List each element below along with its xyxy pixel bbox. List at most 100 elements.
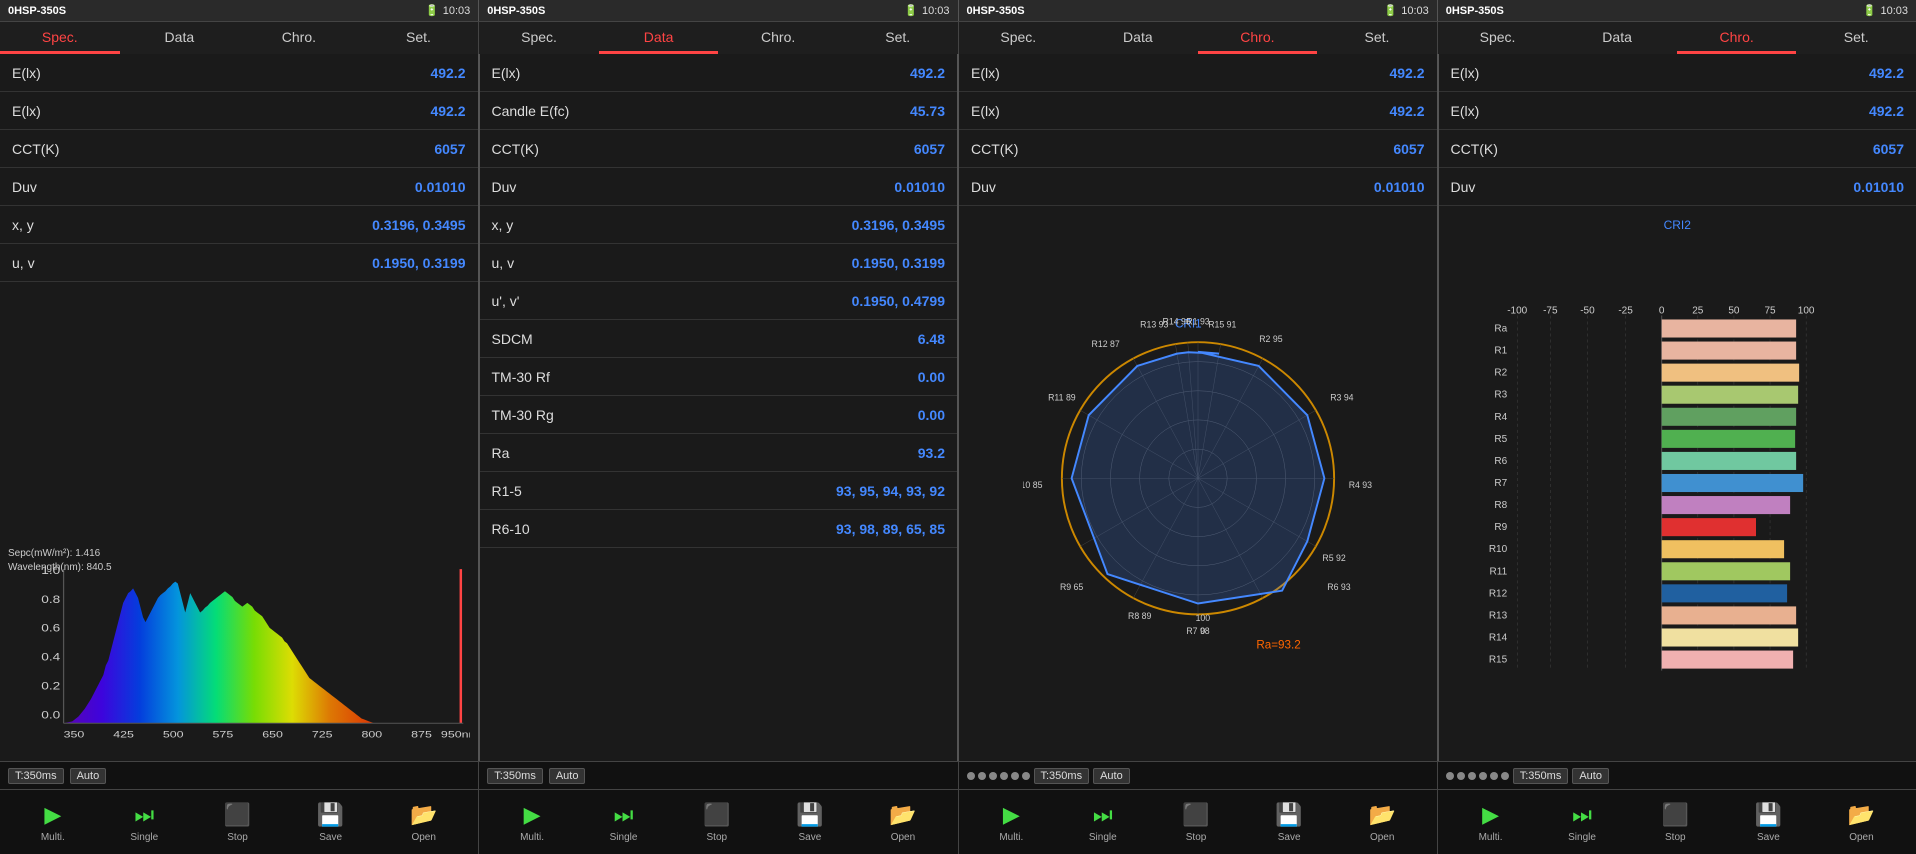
svg-text:R8 89: R8 89 (1128, 611, 1151, 621)
multi-label-2: Multi. (520, 832, 544, 843)
tab-data-3[interactable]: Data (1078, 22, 1198, 54)
save-button-1[interactable]: 💾 Save (317, 802, 344, 843)
tab-chro-4[interactable]: Chro. (1677, 22, 1797, 54)
row-1-4: x, y 0.3196, 0.3495 (0, 206, 478, 244)
svg-text:R8: R8 (1494, 500, 1507, 511)
value-2-6: 0.1950, 0.4799 (852, 293, 945, 309)
single-button-4[interactable]: ⏭ Single (1568, 802, 1596, 843)
value-4-1: 492.2 (1869, 103, 1904, 119)
toolbar: ▶ Multi. ⏭ Single ⬛ Stop 💾 Save 📂 Open ▶… (0, 789, 1916, 854)
svg-text:R5 92: R5 92 (1322, 552, 1345, 562)
svg-text:950nm: 950nm (441, 730, 470, 740)
open-button-1[interactable]: 📂 Open (410, 802, 437, 843)
battery-icon-3: 🔋 (1384, 4, 1398, 17)
row-2-7: SDCM 6.48 (480, 320, 958, 358)
save-button-4[interactable]: 💾 Save (1755, 802, 1782, 843)
value-2-9: 0.00 (918, 407, 945, 423)
tab-chro-2[interactable]: Chro. (718, 22, 838, 54)
tab-data-4[interactable]: Data (1557, 22, 1677, 54)
svg-text:R7 98: R7 98 (1186, 625, 1209, 635)
svg-text:R4 93: R4 93 (1348, 480, 1371, 490)
value-2-0: 492.2 (910, 65, 945, 81)
time-info-2: 🔋 10:03 (904, 4, 949, 17)
value-4-3: 0.01010 (1853, 179, 1904, 195)
row-2-0: E(lx) 492.2 (480, 54, 958, 92)
open-label-3: Open (1370, 832, 1394, 843)
tab-set-1[interactable]: Set. (359, 22, 479, 54)
row-4-0: E(lx) 492.2 (1439, 54, 1916, 92)
multi-button-4[interactable]: ▶ Multi. (1479, 802, 1503, 843)
row-1-5: u, v 0.1950, 0.3199 (0, 244, 478, 282)
save-icon-4: 💾 (1755, 802, 1782, 828)
stop-button-4[interactable]: ⬛ Stop (1662, 802, 1689, 843)
single-button-3[interactable]: ⏭ Single (1089, 802, 1117, 843)
cri2-title: CRI2 (1447, 218, 1909, 232)
multi-button-1[interactable]: ▶ Multi. (41, 802, 65, 843)
row-2-6: u', v' 0.1950, 0.4799 (480, 282, 958, 320)
svg-text:500: 500 (163, 730, 184, 740)
panel-2: E(lx) 492.2 Candle E(fc) 45.73 CCT(K) 60… (480, 54, 960, 761)
time-info-3: 🔋 10:03 (1384, 4, 1429, 17)
save-button-3[interactable]: 💾 Save (1275, 802, 1302, 843)
row-2-11: R1-5 93, 95, 94, 93, 92 (480, 472, 958, 510)
timing-dots-4 (1446, 772, 1509, 780)
panel-3: E(lx) 492.2 E(lx) 492.2 CCT(K) 6057 Duv … (959, 54, 1439, 761)
dot-3-1 (967, 772, 975, 780)
open-button-3[interactable]: 📂 Open (1368, 802, 1395, 843)
top-bar: 0HSP-350S 🔋 10:03 0HSP-350S 🔋 10:03 0HSP… (0, 0, 1916, 22)
value-4-0: 492.2 (1869, 65, 1904, 81)
time-info-1: 🔋 10:03 (425, 4, 470, 17)
value-3-2: 6057 (1393, 141, 1424, 157)
value-3-0: 492.2 (1389, 65, 1424, 81)
data-section-1: E(lx) 492.2 E(lx) 492.2 CCT(K) 6057 Duv … (0, 54, 478, 541)
row-2-1: Candle E(fc) 45.73 (480, 92, 958, 130)
save-button-2[interactable]: 💾 Save (796, 802, 823, 843)
stop-button-1[interactable]: ⬛ Stop (224, 802, 251, 843)
value-1-3: 0.01010 (415, 179, 466, 195)
stop-button-2[interactable]: ⬛ Stop (703, 802, 730, 843)
tab-spec-4[interactable]: Spec. (1438, 22, 1558, 54)
value-2-3: 0.01010 (894, 179, 945, 195)
multi-button-2[interactable]: ▶ Multi. (520, 802, 544, 843)
tab-data-2[interactable]: Data (599, 22, 719, 54)
auto-badge-4[interactable]: Auto (1572, 768, 1609, 784)
svg-text:R11: R11 (1489, 566, 1507, 577)
tab-spec-1[interactable]: Spec. (0, 22, 120, 54)
tab-data-1[interactable]: Data (120, 22, 240, 54)
open-label-2: Open (891, 832, 915, 843)
row-1-2: CCT(K) 6057 (0, 130, 478, 168)
tab-chro-3[interactable]: Chro. (1198, 22, 1318, 54)
battery-icon-4: 🔋 (1863, 4, 1877, 17)
multi-button-3[interactable]: ▶ Multi. (999, 802, 1023, 843)
clock-icon-3: 10:03 (1401, 5, 1429, 17)
tab-chro-1[interactable]: Chro. (239, 22, 359, 54)
open-button-4[interactable]: 📂 Open (1848, 802, 1875, 843)
auto-badge-3[interactable]: Auto (1093, 768, 1130, 784)
tab-spec-2[interactable]: Spec. (479, 22, 599, 54)
tab-section-4: Spec. Data Chro. Set. (1438, 22, 1916, 54)
tab-set-3[interactable]: Set. (1317, 22, 1437, 54)
open-icon-2: 📂 (889, 802, 916, 828)
open-button-2[interactable]: 📂 Open (889, 802, 916, 843)
auto-badge-1[interactable]: Auto (70, 768, 107, 784)
sepc-label: Sepc(mW/m²): 1.416 (8, 547, 112, 561)
single-icon-2: ⏭ (614, 802, 634, 828)
tab-set-4[interactable]: Set. (1796, 22, 1916, 54)
tab-set-2[interactable]: Set. (838, 22, 958, 54)
dot-4-5 (1490, 772, 1498, 780)
value-2-5: 0.1950, 0.3199 (852, 255, 945, 271)
label-2-2: CCT(K) (492, 141, 539, 157)
stop-button-3[interactable]: ⬛ Stop (1182, 802, 1209, 843)
auto-badge-2[interactable]: Auto (549, 768, 586, 784)
stop-label-3: Stop (1186, 832, 1207, 843)
label-1-0: E(lx) (12, 65, 41, 81)
tab-section-2: Spec. Data Chro. Set. (479, 22, 958, 54)
multi-label-3: Multi. (999, 832, 1023, 843)
tab-spec-3[interactable]: Spec. (959, 22, 1079, 54)
row-1-1: E(lx) 492.2 (0, 92, 478, 130)
clock-icon-1: 10:03 (443, 5, 471, 17)
single-button-1[interactable]: ⏭ Single (130, 802, 158, 843)
single-icon-3: ⏭ (1093, 802, 1113, 828)
single-button-2[interactable]: ⏭ Single (610, 802, 638, 843)
timing-section-3: T:350ms Auto (959, 762, 1438, 789)
